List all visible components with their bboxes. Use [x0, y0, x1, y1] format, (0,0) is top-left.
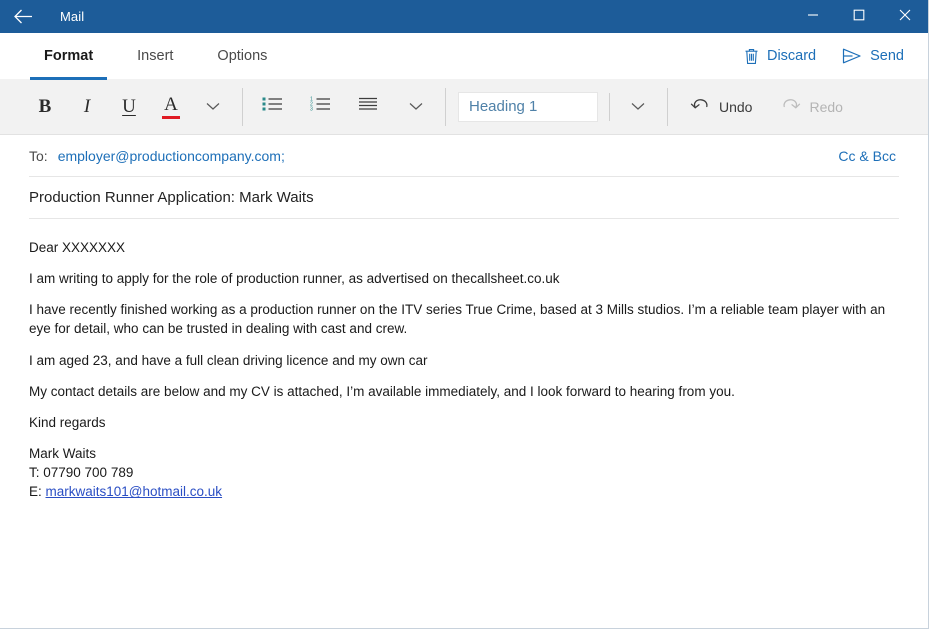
- chevron-down-icon: [206, 98, 220, 116]
- underline-label: U: [122, 96, 136, 118]
- redo-arrow-icon: [780, 97, 801, 117]
- chevron-down-icon: [631, 98, 645, 116]
- back-button[interactable]: [0, 0, 46, 33]
- close-icon: [899, 8, 911, 26]
- tab-format[interactable]: Format: [22, 33, 115, 79]
- to-label: To:: [29, 148, 48, 164]
- app-title: Mail: [60, 9, 84, 24]
- styles-group: Heading 1: [458, 79, 655, 134]
- tab-insert[interactable]: Insert: [115, 33, 195, 79]
- undo-redo-group: Undo Redo: [680, 79, 853, 134]
- command-actions: Discard Send: [744, 33, 928, 79]
- signature-email-prefix: E:: [29, 484, 46, 499]
- align-text-icon: [358, 97, 378, 116]
- close-button[interactable]: [882, 0, 928, 33]
- tab-options-label: Options: [217, 48, 267, 64]
- italic-label: I: [84, 96, 90, 118]
- send-label: Send: [870, 48, 904, 64]
- toolbar-divider-1: [242, 88, 243, 126]
- paragraph-more-button[interactable]: [399, 89, 433, 125]
- undo-label: Undo: [719, 99, 752, 115]
- style-more-button[interactable]: [621, 89, 655, 125]
- message-body[interactable]: Dear XXXXXXX I am writing to apply for t…: [29, 219, 899, 502]
- discard-button[interactable]: Discard: [744, 48, 816, 65]
- signature-email-link[interactable]: markwaits101@hotmail.co.uk: [46, 484, 223, 499]
- font-more-button[interactable]: [196, 89, 230, 125]
- paragraph-style-input[interactable]: Heading 1: [458, 92, 598, 122]
- body-greeting: Dear XXXXXXX: [29, 238, 891, 257]
- body-paragraph-3: I am aged 23, and have a full clean driv…: [29, 351, 891, 370]
- redo-label: Redo: [809, 99, 842, 115]
- minimize-button[interactable]: [790, 0, 836, 33]
- to-field-row[interactable]: To: employer@productioncompany.com; Cc &…: [29, 135, 899, 177]
- bold-label: B: [39, 96, 52, 118]
- font-color-button[interactable]: A: [154, 89, 188, 125]
- toolbar-divider-2: [445, 88, 446, 126]
- chevron-down-icon: [409, 98, 423, 116]
- recipient-chip[interactable]: employer@productioncompany.com;: [58, 148, 285, 164]
- signature-email-line: E: markwaits101@hotmail.co.uk: [29, 482, 891, 501]
- redo-button[interactable]: Redo: [770, 89, 852, 125]
- send-icon: [842, 48, 862, 64]
- title-bar: Mail: [0, 0, 928, 33]
- font-color-label: A: [164, 95, 178, 114]
- underline-button[interactable]: U: [112, 89, 146, 125]
- back-arrow-icon: [14, 9, 33, 24]
- maximize-icon: [853, 8, 865, 26]
- style-divider: [609, 93, 610, 121]
- paragraph-group: 1 2 3: [255, 79, 433, 134]
- italic-button[interactable]: I: [70, 89, 104, 125]
- undo-arrow-icon: [690, 97, 711, 117]
- bulleted-list-icon: [262, 96, 283, 117]
- discard-label: Discard: [767, 48, 816, 64]
- numbered-list-button[interactable]: 1 2 3: [303, 89, 337, 125]
- svg-text:3: 3: [310, 107, 313, 112]
- cc-bcc-button[interactable]: Cc & Bcc: [838, 148, 899, 164]
- numbered-list-icon: 1 2 3: [310, 96, 331, 117]
- subject-input[interactable]: Production Runner Application: Mark Wait…: [29, 189, 314, 206]
- signature-name: Mark Waits: [29, 444, 891, 463]
- bulleted-list-button[interactable]: [255, 89, 289, 125]
- bold-button[interactable]: B: [28, 89, 62, 125]
- toolbar-divider-3: [667, 88, 668, 126]
- body-signoff: Kind regards: [29, 413, 891, 432]
- body-paragraph-1: I am writing to apply for the role of pr…: [29, 269, 891, 288]
- subject-field-row[interactable]: Production Runner Application: Mark Wait…: [29, 177, 899, 219]
- tab-format-label: Format: [44, 48, 93, 64]
- signature-phone: T: 07790 700 789: [29, 463, 891, 482]
- compose-area: To: employer@productioncompany.com; Cc &…: [0, 135, 928, 628]
- body-paragraph-2: I have recently finished working as a pr…: [29, 300, 891, 338]
- window-controls: [790, 0, 928, 33]
- align-button[interactable]: [351, 89, 385, 125]
- tab-insert-label: Insert: [137, 48, 173, 64]
- tab-strip: Format Insert Options: [0, 33, 289, 79]
- maximize-button[interactable]: [836, 0, 882, 33]
- minimize-icon: [807, 8, 819, 26]
- mail-compose-window: Mail: [0, 0, 929, 629]
- font-group: B I U A: [28, 79, 230, 134]
- undo-button[interactable]: Undo: [680, 89, 762, 125]
- trash-icon: [744, 48, 759, 65]
- tab-options[interactable]: Options: [195, 33, 289, 79]
- command-bar: Format Insert Options Discard: [0, 33, 928, 79]
- body-paragraph-4: My contact details are below and my CV i…: [29, 382, 891, 401]
- send-button[interactable]: Send: [842, 48, 904, 64]
- format-toolbar: B I U A: [0, 79, 928, 135]
